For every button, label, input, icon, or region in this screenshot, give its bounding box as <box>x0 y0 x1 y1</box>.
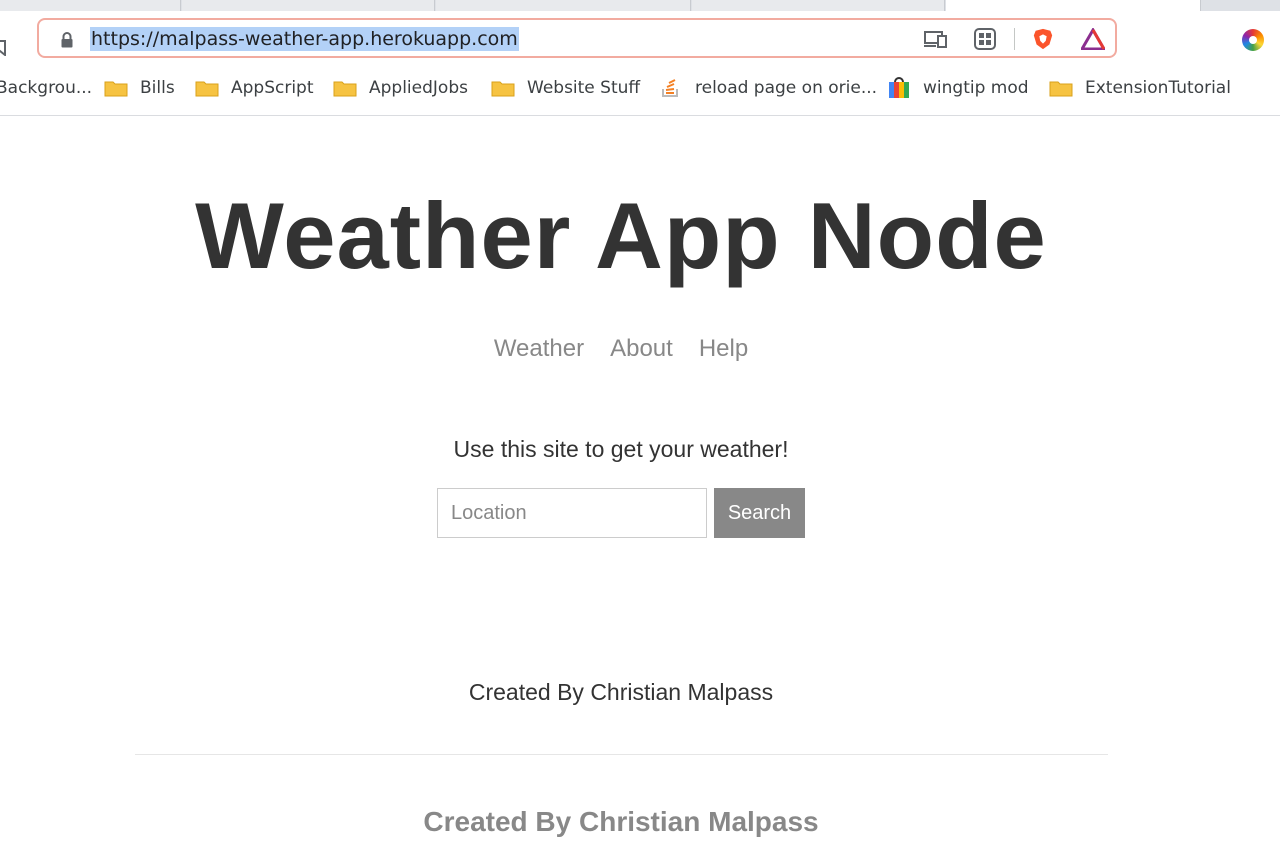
folder-icon <box>195 81 219 97</box>
lock-icon[interactable] <box>60 32 74 48</box>
brave-rewards-icon[interactable] <box>1081 28 1105 50</box>
separator <box>1014 28 1015 50</box>
bookmark-label: wingtip mod <box>923 78 1029 98</box>
tab-strip <box>0 0 1280 11</box>
bookmark-label: AppScript <box>231 78 314 98</box>
bookmark-backgrou[interactable]: Backgrou... <box>0 78 92 98</box>
folder-icon <box>491 81 515 97</box>
bookmark-label: Backgrou... <box>0 78 93 98</box>
bookmark-label: Bills <box>140 78 175 98</box>
bookmark-extensiontutorial[interactable]: ExtensionTutorial <box>1049 78 1231 98</box>
browser-tab[interactable] <box>692 0 945 11</box>
url-text[interactable]: https://malpass-weather-app.herokuapp.co… <box>90 27 519 51</box>
page-content: Weather App Node Weather About Help Use th… <box>0 116 1280 853</box>
qr-code-icon[interactable] <box>973 28 997 50</box>
bookmark-website-stuff[interactable]: Website Stuff <box>491 78 640 98</box>
shopping-bag-icon <box>889 77 909 98</box>
folder-icon <box>333 81 357 97</box>
nav-link-weather[interactable]: Weather <box>494 335 584 363</box>
intro-text: Use this site to get your weather! <box>453 436 789 462</box>
bookmark-reload-page[interactable]: reload page on orie... <box>659 78 877 98</box>
search-button[interactable]: Search <box>714 488 805 538</box>
bookmark-label: AppliedJobs <box>369 78 468 98</box>
footer-divider <box>135 754 1108 755</box>
bookmark-wingtip-mod[interactable]: wingtip mod <box>887 77 1029 98</box>
color-picker-extension-icon[interactable] <box>1242 29 1264 51</box>
folder-icon <box>1049 81 1073 97</box>
bookmark-label: ExtensionTutorial <box>1085 78 1231 98</box>
cast-device-icon[interactable] <box>924 28 948 50</box>
brave-shields-icon[interactable] <box>1031 28 1055 50</box>
bookmark-bills[interactable]: Bills <box>104 78 175 98</box>
footer-credit-heading: Created By Christian Malpass <box>423 806 819 837</box>
nav-link-help[interactable]: Help <box>699 335 748 363</box>
bookmark-appscript[interactable]: AppScript <box>195 78 314 98</box>
main-nav: Weather About Help <box>0 335 1242 363</box>
bookmark-label: Website Stuff <box>527 78 641 98</box>
folder-icon <box>104 81 128 97</box>
browser-tab-active[interactable] <box>946 0 1201 11</box>
nav-link-about[interactable]: About <box>610 335 673 363</box>
bookmark-label: reload page on orie... <box>695 78 878 98</box>
address-bar[interactable]: https://malpass-weather-app.herokuapp.co… <box>37 18 1117 58</box>
browser-tab[interactable] <box>0 0 181 11</box>
bookmark-appliedjobs[interactable]: AppliedJobs <box>333 78 468 98</box>
browser-tab[interactable] <box>436 0 691 11</box>
page-title: Weather App Node <box>195 183 1047 288</box>
browser-tab[interactable] <box>182 0 435 11</box>
footer-credit: Created By Christian Malpass <box>468 679 774 705</box>
bookmarks-bar: Backgrou... Bills AppScript AppliedJobs … <box>0 69 1280 116</box>
bookmark-icon[interactable] <box>0 40 6 56</box>
stackoverflow-icon <box>662 79 678 97</box>
location-input[interactable] <box>437 488 707 538</box>
browser-toolbar: https://malpass-weather-app.herokuapp.co… <box>0 11 1280 69</box>
